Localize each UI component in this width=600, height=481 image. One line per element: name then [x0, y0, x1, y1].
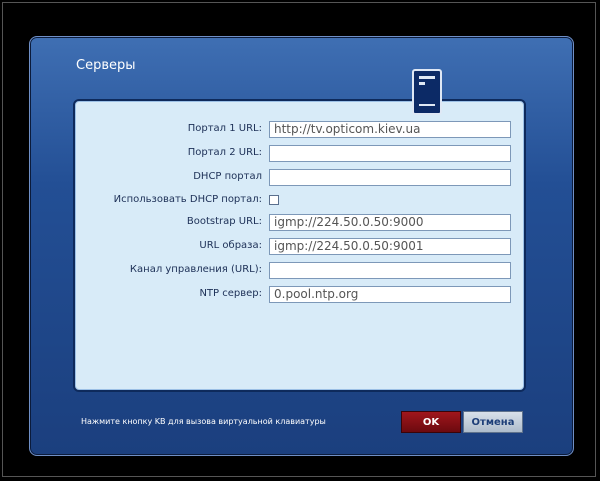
form-row-dhcp-portal: DHCP портал — [75, 169, 524, 187]
form-row-ntp: NTP сервер: 0.pool.ntp.org — [75, 286, 524, 304]
bootstrap-url-input[interactable]: igmp://224.50.0.50:9000 — [269, 214, 511, 231]
image-url-label: URL образа: — [199, 240, 262, 251]
portal1-url-input[interactable]: http://tv.opticom.kiev.ua — [269, 121, 511, 138]
ntp-label: NTP сервер: — [199, 288, 262, 299]
screen: Серверы Портал 1 URL: http://tv.opticom.… — [2, 2, 596, 477]
servers-dialog: Серверы Портал 1 URL: http://tv.opticom.… — [29, 36, 574, 456]
form-row-use-dhcp: Использовать DHCP портал: — [75, 192, 524, 210]
ok-button[interactable]: OK — [401, 411, 461, 433]
form-row-bootstrap: Bootstrap URL: igmp://224.50.0.50:9000 — [75, 214, 524, 232]
portal2-label: Портал 2 URL: — [187, 147, 262, 158]
use-dhcp-checkbox[interactable] — [269, 195, 279, 205]
form-row-portal1: Портал 1 URL: http://tv.opticom.kiev.ua — [75, 121, 524, 139]
control-channel-input[interactable] — [269, 262, 511, 279]
dialog-title: Серверы — [76, 58, 136, 73]
portal1-label: Портал 1 URL: — [187, 123, 262, 134]
form-row-image-url: URL образа: igmp://224.50.0.50:9001 — [75, 238, 524, 256]
use-dhcp-label: Использовать DHCP портал: — [113, 194, 262, 205]
dhcp-portal-label: DHCP портал — [193, 171, 262, 182]
dhcp-portal-input[interactable] — [269, 169, 511, 186]
ntp-server-input[interactable]: 0.pool.ntp.org — [269, 286, 511, 303]
portal2-url-input[interactable] — [269, 145, 511, 162]
bootstrap-label: Bootstrap URL: — [186, 216, 262, 227]
form-row-control-channel: Канал управления (URL): — [75, 262, 524, 280]
control-channel-label: Канал управления (URL): — [129, 264, 262, 275]
form-row-portal2: Портал 2 URL: — [75, 145, 524, 163]
virtual-keyboard-hint: Нажмите кнопку KB для вызова виртуальной… — [81, 417, 326, 426]
servers-form-panel: Портал 1 URL: http://tv.opticom.kiev.ua … — [73, 99, 526, 392]
server-tower-icon — [412, 69, 442, 115]
image-url-input[interactable]: igmp://224.50.0.50:9001 — [269, 238, 511, 255]
cancel-button[interactable]: Отмена — [463, 411, 523, 433]
